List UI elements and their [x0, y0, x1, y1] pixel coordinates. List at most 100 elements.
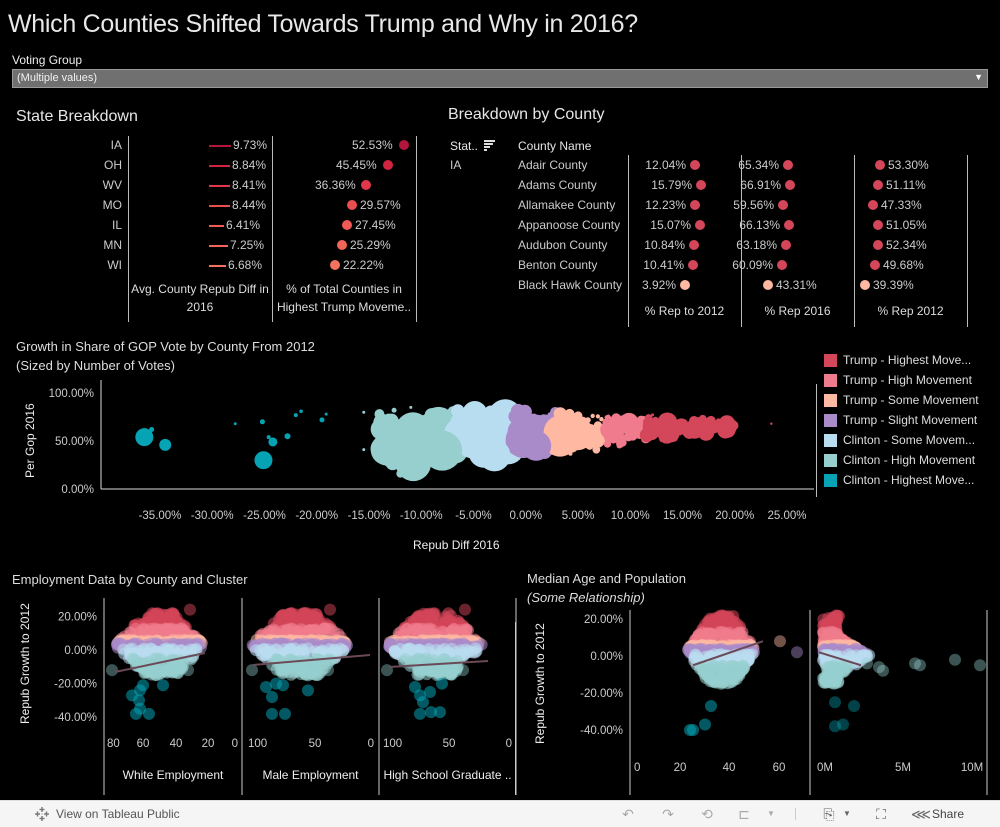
- age-chart-title: Median Age and Population: [527, 571, 687, 586]
- refresh-dropdown-icon[interactable]: ▼: [762, 806, 780, 822]
- county-point: [424, 665, 437, 678]
- rep-2016-value: 60.09%: [732, 258, 773, 272]
- growth-chart-title: Growth in Share of GOP Vote by County Fr…: [16, 339, 315, 354]
- county-bubble-outlier: [266, 435, 271, 440]
- rep-2016-value: 66.13%: [739, 218, 780, 232]
- state-row[interactable]: MN 7.25% 25.29%: [0, 238, 420, 258]
- dropdown-arrow-icon[interactable]: ▼: [974, 72, 983, 82]
- age-y-tick: 0.00%: [590, 651, 623, 663]
- pct-highest-value: 29.57%: [360, 198, 401, 212]
- employment-x-tick: 100: [383, 738, 402, 750]
- download-icon[interactable]: ⎘: [820, 806, 838, 822]
- county-point: [861, 657, 873, 670]
- rep-to-2012-value: 10.41%: [643, 258, 684, 272]
- age-population-scatter-plot[interactable]: 20.00% 0.00% -20.00% -40.00% 0 20 40 60 0M 5M 10M: [515, 590, 1000, 795]
- county-name-header[interactable]: County Name: [518, 139, 591, 153]
- growth-x-tick: -35.00%: [139, 510, 182, 522]
- county-point: [424, 686, 436, 698]
- avg-diff-bar: [209, 145, 231, 147]
- county-name: Appanoose County: [518, 218, 621, 232]
- county-name: Black Hawk County: [518, 278, 623, 292]
- rep-2016-dot: [783, 160, 793, 170]
- employment-scatter-plot[interactable]: 20.00% 0.00% -20.00% -40.00% 80 60 40 20 0 White …: [0, 590, 520, 795]
- county-bubble-outlier: [324, 412, 328, 416]
- county-bubble-outlier: [396, 469, 405, 478]
- rep-2016-value: 59.56%: [733, 198, 774, 212]
- fullscreen-icon[interactable]: ⛶: [872, 806, 890, 822]
- county-col-header[interactable]: % Rep 2012: [854, 302, 967, 320]
- pct-highest-dot: [342, 220, 352, 230]
- county-bubble-trump-high: [618, 438, 624, 443]
- rep-to-2012-value: 15.79%: [651, 178, 692, 192]
- growth-x-tick: -15.00%: [348, 510, 391, 522]
- county-bubble-clinton-some: [459, 424, 464, 430]
- county-point: [145, 666, 158, 679]
- county-bubble-trump-high: [627, 425, 641, 439]
- download-dropdown-icon[interactable]: ▼: [838, 806, 856, 822]
- rep-2012-dot: [868, 200, 878, 210]
- county-row[interactable]: Allamakee County 12.23% 59.56% 47.33%: [440, 197, 1000, 217]
- rep-to-2012-value: 12.23%: [645, 198, 686, 212]
- view-on-tableau-link[interactable]: View on Tableau Public: [56, 807, 180, 821]
- tableau-toolbar: View on Tableau Public ↶ ↷ ⟲ ⊏ ▼ ⎘ ▼ ⛶ ⋘…: [0, 800, 1000, 827]
- revert-icon[interactable]: ⟲: [698, 806, 716, 822]
- state-row[interactable]: IA 9.73% 52.53%: [0, 138, 420, 158]
- county-col-header[interactable]: % Rep 2016: [741, 302, 854, 320]
- county-bubble-trump-highest: [699, 427, 705, 433]
- legend-swatch: [824, 414, 837, 427]
- legend-label: Clinton - Some Movem...: [843, 433, 976, 447]
- employment-panel-label: White Employment: [123, 768, 224, 782]
- rep-2016-value: 65.34%: [738, 158, 779, 172]
- voting-group-label: Voting Group: [12, 53, 83, 67]
- county-point: [276, 667, 289, 680]
- county-row[interactable]: Adair County 12.04% 65.34% 53.30%: [440, 157, 1000, 177]
- state-row[interactable]: MO 8.44% 29.57%: [0, 198, 420, 218]
- sort-icon[interactable]: [484, 140, 496, 151]
- avg-diff-value: 7.25%: [230, 238, 265, 252]
- county-point: [705, 699, 717, 712]
- county-bubble-outlier: [374, 409, 385, 420]
- population-x-tick: 5M: [895, 762, 911, 774]
- county-row[interactable]: Adams County 15.79% 66.91% 51.11%: [440, 177, 1000, 197]
- county-point: [421, 609, 434, 622]
- state-row[interactable]: OH 8.84% 45.45%: [0, 158, 420, 178]
- county-row[interactable]: Black Hawk County 3.92% 43.31% 39.39%: [440, 277, 1000, 297]
- tableau-logo-icon[interactable]: [34, 806, 50, 822]
- county-point: [304, 611, 317, 624]
- employment-chart-title: Employment Data by County and Cluster: [12, 572, 248, 587]
- county-point: [434, 706, 446, 719]
- county-bubble-clinton-high: [378, 427, 389, 438]
- county-row[interactable]: Appanoose County 15.07% 66.13% 51.05%: [440, 217, 1000, 237]
- state-row[interactable]: WV 8.41% 36.36%: [0, 178, 420, 198]
- county-point: [266, 691, 278, 704]
- pct-highest-value: 22.22%: [343, 258, 384, 272]
- pct-highest-header[interactable]: % of Total Counties in Highest Trump Move…: [272, 280, 416, 316]
- refresh-icon[interactable]: ⊏: [735, 806, 753, 822]
- state-row[interactable]: IL 6.41% 27.45%: [0, 218, 420, 238]
- state-code: WV: [102, 178, 122, 192]
- county-row[interactable]: Audubon County 10.84% 63.18% 52.34%: [440, 237, 1000, 257]
- county-point: [444, 609, 457, 622]
- avg-diff-value: 8.44%: [232, 198, 267, 212]
- state-row[interactable]: WI 6.68% 22.22%: [0, 258, 420, 278]
- undo-icon[interactable]: ↶: [619, 806, 637, 822]
- rep-2016-dot: [763, 280, 773, 290]
- county-point: [848, 699, 860, 712]
- state-column-header[interactable]: Stat..: [450, 139, 496, 153]
- county-point: [699, 718, 711, 731]
- rep-2012-value: 47.33%: [881, 198, 922, 212]
- redo-icon[interactable]: ↷: [659, 806, 677, 822]
- growth-scatter-plot[interactable]: 100.00%50.00%0.00%-35.00% -30.00% -25.00% -…: [0, 380, 820, 530]
- county-point: [157, 679, 169, 692]
- county-name: Allamakee County: [518, 198, 616, 212]
- share-icon[interactable]: ⋘: [911, 806, 931, 822]
- pct-highest-value: 45.45%: [336, 158, 377, 172]
- avg-diff-header[interactable]: Avg. County Repub Diff in 2016: [128, 280, 272, 316]
- voting-group-dropdown[interactable]: (Multiple values) ▼: [12, 69, 988, 88]
- avg-diff-bar: [209, 205, 230, 207]
- county-bubble-outlier: [259, 419, 265, 425]
- county-row[interactable]: Benton County 10.41% 60.09% 49.68%: [440, 257, 1000, 277]
- rep-2016-dot: [785, 180, 795, 190]
- share-button[interactable]: Share: [932, 807, 964, 821]
- county-col-header[interactable]: % Rep to 2012: [628, 302, 741, 320]
